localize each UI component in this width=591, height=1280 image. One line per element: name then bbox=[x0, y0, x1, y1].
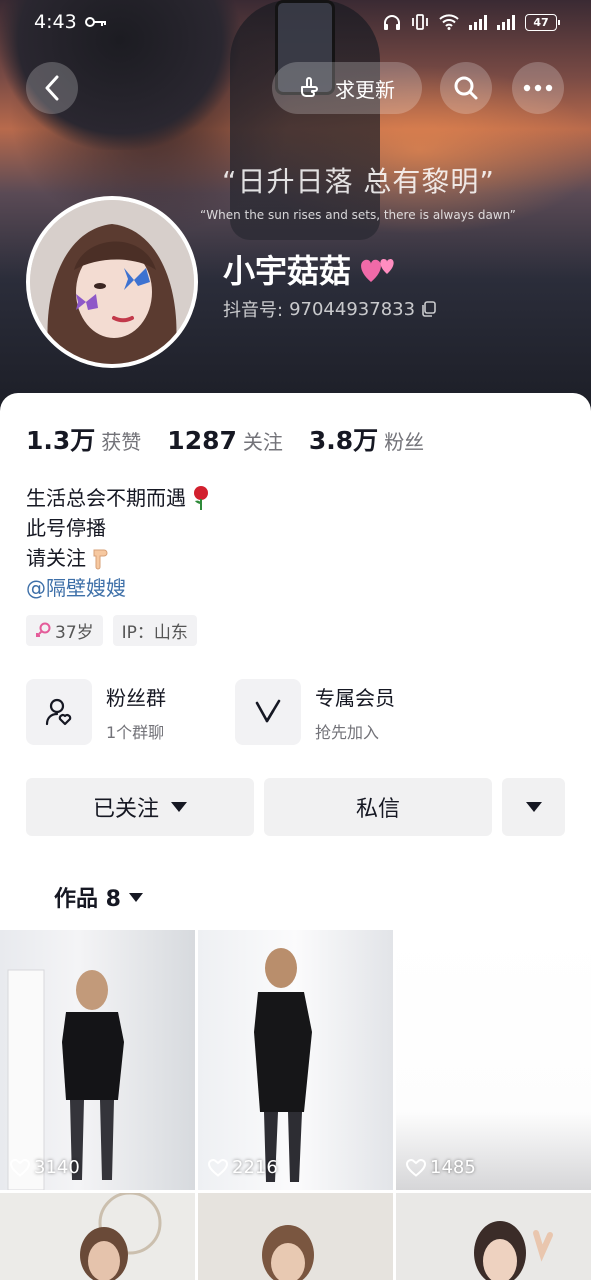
stat-value: 1.3万 bbox=[26, 426, 96, 455]
video-thumbnail bbox=[7, 969, 124, 1190]
chevron-left-icon bbox=[45, 75, 59, 101]
heart-icon bbox=[406, 1158, 426, 1177]
video-tile[interactable] bbox=[396, 1193, 591, 1280]
video-tile[interactable]: 2216 bbox=[198, 930, 393, 1190]
key-icon bbox=[84, 17, 106, 27]
message-label: 私信 bbox=[355, 797, 400, 822]
more-options-button[interactable] bbox=[502, 778, 565, 836]
bio-line-2: 此号停播 bbox=[26, 516, 106, 540]
more-dots-icon bbox=[523, 84, 553, 92]
nickname: 小宇菇菇 bbox=[223, 246, 401, 292]
ip-tag: IP：山东 bbox=[112, 615, 197, 646]
stat-label: 粉丝 bbox=[384, 430, 425, 454]
video-thumbnail bbox=[474, 1221, 553, 1280]
heart-icon bbox=[208, 1158, 228, 1177]
mention-link[interactable]: @隔壁嫂嫂 bbox=[26, 573, 126, 603]
video-tile[interactable] bbox=[0, 1193, 195, 1280]
stat-value: 3.8万 bbox=[308, 426, 379, 455]
fan-group-title: 粉丝群 bbox=[106, 685, 166, 710]
search-icon bbox=[454, 76, 478, 100]
likes-value: 3140 bbox=[34, 1157, 80, 1178]
bio: 生活总会不期而遇 此号停播 请关注 @隔壁嫂嫂 bbox=[26, 483, 212, 603]
fan-group-entry[interactable]: 粉丝群 1个群聊 bbox=[26, 679, 166, 745]
age-tag: 37岁 bbox=[26, 615, 103, 646]
pointing-down-icon bbox=[93, 549, 108, 570]
followed-label: 已关注 bbox=[92, 797, 159, 822]
copy-icon[interactable] bbox=[421, 301, 437, 317]
request-update-button[interactable]: 求更新 bbox=[272, 62, 422, 114]
avatar-illustration bbox=[30, 200, 194, 364]
likes-value: 1485 bbox=[430, 1157, 476, 1178]
stat-label: 获赞 bbox=[101, 430, 142, 454]
signal-icon-2 bbox=[497, 14, 515, 30]
followed-button[interactable]: 已关注 bbox=[26, 778, 254, 836]
search-button[interactable] bbox=[440, 62, 492, 114]
likes-value: 2216 bbox=[232, 1157, 278, 1178]
video-thumbnail bbox=[80, 1193, 162, 1280]
stat-value: 1287 bbox=[167, 426, 237, 455]
membership-subtitle: 抢先加入 bbox=[315, 722, 380, 742]
tab-works[interactable]: 作品 8 bbox=[54, 881, 143, 913]
battery-indicator: 47 bbox=[525, 13, 560, 31]
status-time: 4:43 bbox=[34, 11, 77, 33]
cover-quote: “日升日落 总有黎明” bbox=[222, 165, 495, 198]
caret-down-icon bbox=[525, 802, 542, 812]
caret-down-icon bbox=[128, 892, 143, 902]
membership-icon bbox=[235, 679, 301, 745]
video-tile[interactable] bbox=[198, 1193, 393, 1280]
caret-down-icon bbox=[171, 802, 187, 812]
stats-row: 1.3万 获赞 1287 关注 3.8万 粉丝 bbox=[26, 421, 424, 457]
hand-pointing-icon bbox=[301, 77, 318, 97]
works-grid: 3140 2216 1485 bbox=[0, 930, 591, 1280]
video-tile[interactable]: 3140 bbox=[0, 930, 195, 1190]
age-text: 37岁 bbox=[55, 623, 94, 643]
douyin-id-value: 97044937833 bbox=[289, 298, 416, 320]
more-button[interactable] bbox=[512, 62, 564, 114]
membership-title: 专属会员 bbox=[315, 685, 395, 710]
bio-line-1: 生活总会不期而遇 bbox=[26, 486, 186, 510]
nickname-text: 小宇菇菇 bbox=[223, 252, 352, 290]
back-button[interactable] bbox=[26, 62, 78, 114]
message-button[interactable]: 私信 bbox=[264, 778, 492, 836]
ip-text: IP：山东 bbox=[121, 623, 188, 643]
pink-hearts-icon bbox=[361, 259, 394, 282]
likes-count: 2216 bbox=[208, 1157, 278, 1178]
fan-group-icon bbox=[26, 679, 92, 745]
request-update-label: 求更新 bbox=[335, 77, 395, 102]
tags-row: 37岁 IP：山东 bbox=[26, 615, 197, 646]
likes-count: 3140 bbox=[10, 1157, 80, 1178]
wifi-icon bbox=[439, 14, 459, 30]
works-label: 作品 8 bbox=[54, 887, 121, 912]
stat-label: 关注 bbox=[242, 430, 283, 454]
video-thumbnail bbox=[254, 948, 312, 1182]
avatar[interactable] bbox=[26, 196, 198, 368]
signal-icon bbox=[469, 14, 487, 30]
douyin-id-label: 抖音号: bbox=[223, 300, 284, 321]
stat-likes[interactable]: 1.3万 获赞 bbox=[26, 421, 141, 457]
heart-icon bbox=[10, 1158, 30, 1177]
rose-icon bbox=[194, 486, 208, 510]
cover-quote-english: “When the sun rises and sets, there is a… bbox=[200, 208, 516, 222]
video-thumbnail bbox=[262, 1225, 314, 1280]
bio-line-3: 请关注 bbox=[26, 546, 86, 570]
headphones-icon bbox=[384, 15, 400, 30]
video-tile[interactable]: 1485 bbox=[396, 930, 591, 1190]
female-icon bbox=[36, 622, 51, 637]
status-bar: 4:43 47 bbox=[0, 0, 591, 44]
douyin-id: 抖音号: 97044937833 bbox=[223, 296, 437, 322]
fan-group-subtitle: 1个群聊 bbox=[106, 722, 165, 742]
profile-card: 1.3万 获赞 1287 关注 3.8万 粉丝 生活总会不期而遇 此号停播 请关… bbox=[0, 393, 591, 933]
stat-followers[interactable]: 3.8万 粉丝 bbox=[309, 421, 424, 457]
vibrate-icon bbox=[412, 14, 428, 30]
stat-following[interactable]: 1287 关注 bbox=[167, 426, 283, 455]
likes-count: 1485 bbox=[406, 1157, 476, 1178]
membership-entry[interactable]: 专属会员 抢先加入 bbox=[235, 679, 395, 745]
